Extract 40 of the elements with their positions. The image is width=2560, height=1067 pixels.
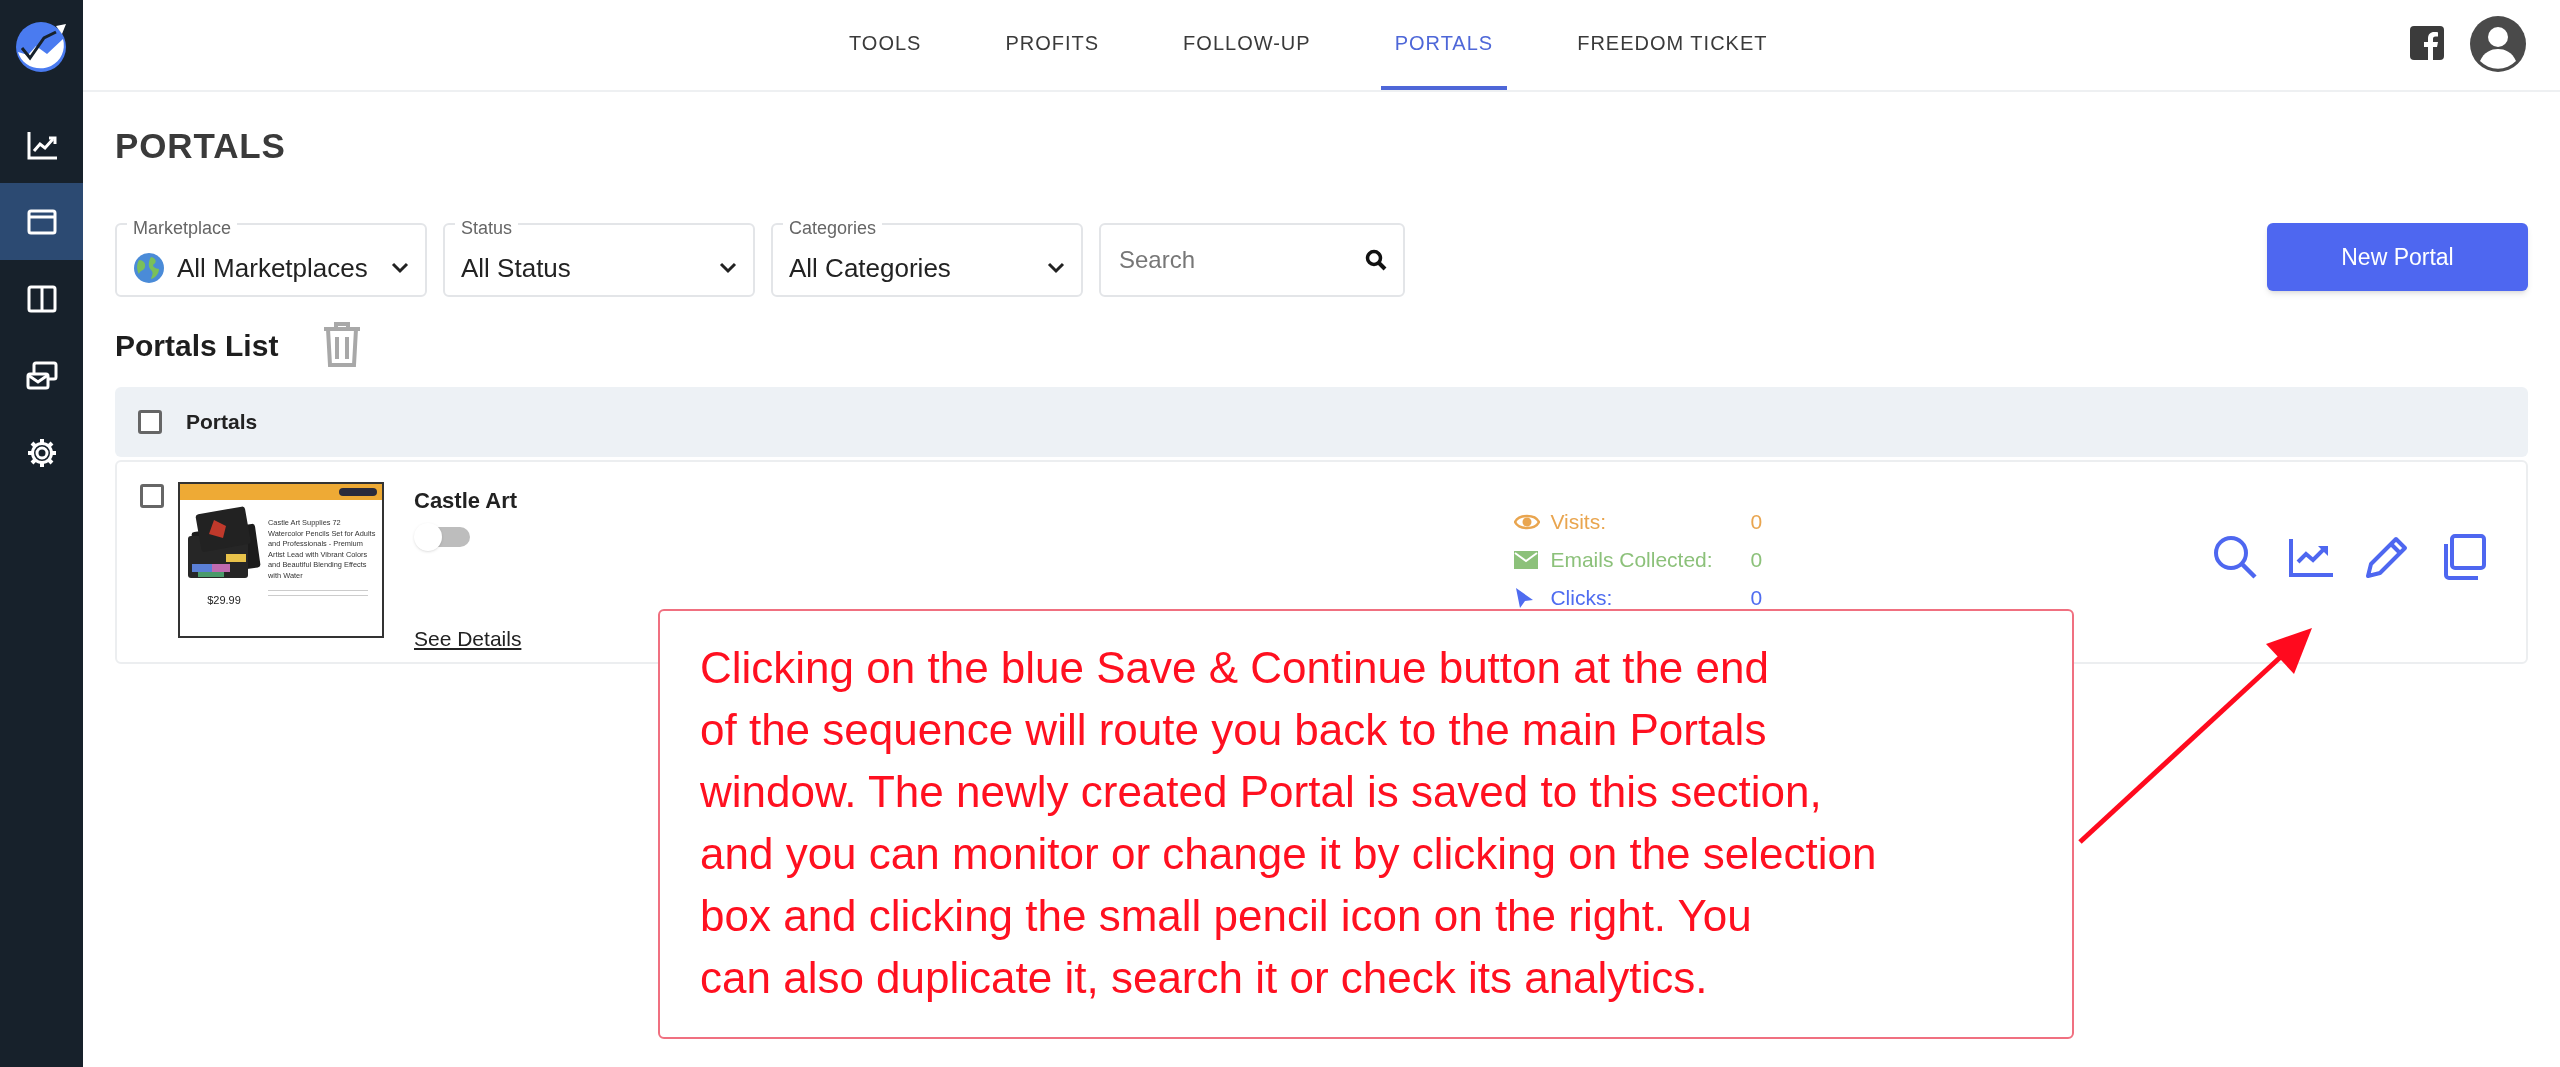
dropdown-value: All Categories — [789, 251, 952, 285]
dropdown-label: Marketplace — [127, 219, 238, 237]
dropdown-label: Categories — [783, 219, 883, 237]
chevron-down-icon — [719, 262, 737, 274]
sidebar-item[interactable] — [0, 183, 83, 260]
product-price: $29.99 — [207, 593, 241, 608]
stat-value: 0 — [1750, 547, 1763, 573]
nav-tab[interactable]: PORTALS — [1380, 0, 1508, 90]
stat-label: Visits: — [1550, 509, 1608, 535]
callout-text: Clicking on the blue Save & Continue button at the end of the sequence will route you back to the main Portals window. The newly created Portal is saved to this section, and you can monitor or change it by clicking on the selection box and clicking the small pencil icon on the right. You can also duplicate it, search it or check its analytics. — [700, 642, 1878, 1004]
nav-tab[interactable]: FREEDOM TICKET — [1563, 0, 1782, 90]
chevron-down-icon — [1047, 262, 1065, 274]
stat-value: 0 — [1750, 509, 1763, 535]
mail-icon — [25, 359, 58, 392]
new-portal-button[interactable]: New Portal — [2267, 223, 2528, 291]
dropdown-label: Status — [455, 219, 519, 237]
nav-tab[interactable]: FOLLOW-UP — [1169, 0, 1325, 90]
dropdown-value: All Status — [461, 251, 572, 285]
globe-icon — [133, 252, 165, 284]
avatar-icon[interactable] — [2470, 16, 2526, 72]
stat-value: 0 — [1750, 585, 1763, 611]
page-title: PORTALS — [115, 128, 287, 163]
portal-name: Castle Art — [414, 487, 519, 515]
checkbox[interactable] — [140, 484, 164, 508]
chevron-down-icon — [391, 262, 409, 274]
nav-tab[interactable]: PROFITS — [991, 0, 1114, 90]
column-header: Portals — [186, 409, 258, 436]
settings-icon — [25, 436, 58, 469]
search-icon[interactable] — [1365, 249, 1387, 271]
nav-tab[interactable]: TOOLS — [835, 0, 936, 90]
checkbox[interactable] — [138, 410, 162, 434]
list-title: Portals List — [115, 327, 279, 364]
pencil-icon[interactable] — [2364, 534, 2410, 580]
stat-label: Clicks: — [1550, 585, 1614, 611]
search-field[interactable]: Search — [1099, 223, 1405, 297]
facebook-icon[interactable] — [2410, 26, 2444, 60]
see-details-link[interactable]: See Details — [414, 622, 522, 654]
stat-label: Emails Collected: — [1550, 547, 1714, 573]
toggle-switch[interactable] — [414, 523, 470, 551]
dropdown-value: All Marketplaces — [177, 251, 369, 285]
